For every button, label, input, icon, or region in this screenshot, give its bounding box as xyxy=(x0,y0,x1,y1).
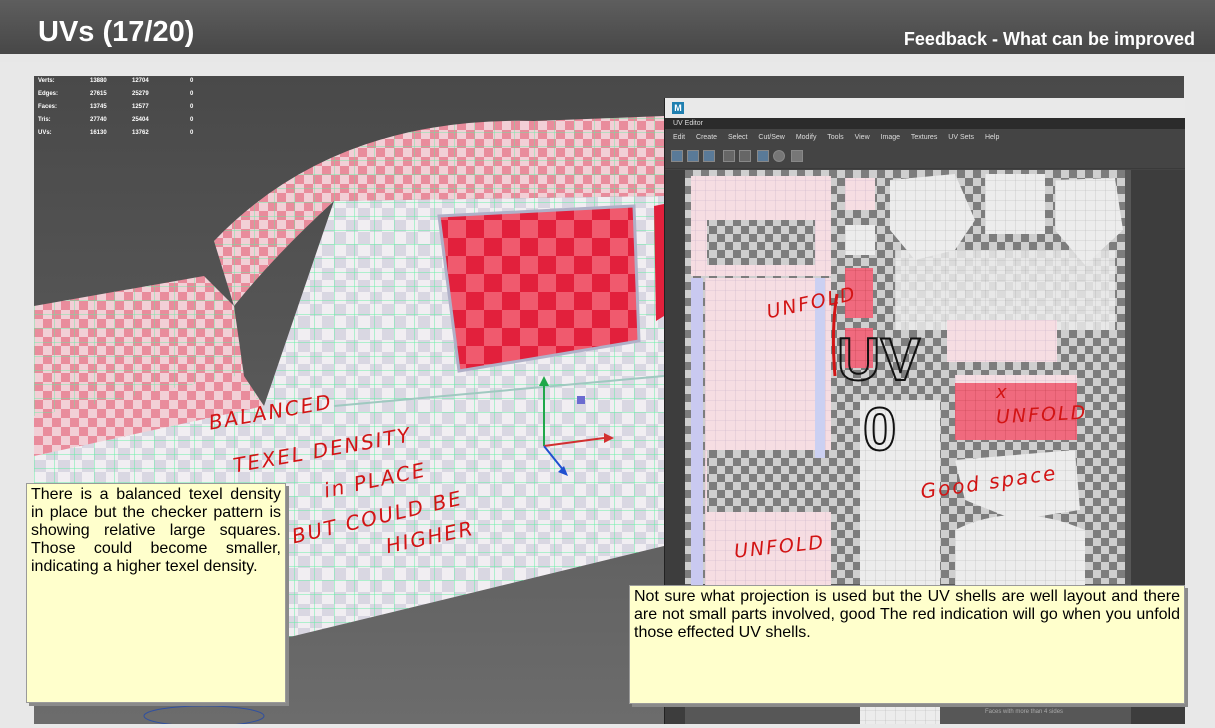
stats-value: 13762 xyxy=(132,130,149,136)
stats-value: 13745 xyxy=(90,104,107,110)
feedback-note-left: There is a balanced texel density in pla… xyxy=(26,483,286,703)
image-display-icon[interactable] xyxy=(703,150,715,162)
annotation-stroke xyxy=(831,293,839,377)
shaded-uv-icon[interactable] xyxy=(757,150,769,162)
stats-value: 25279 xyxy=(132,91,149,97)
stats-value: 13880 xyxy=(90,78,107,84)
stats-value: 16130 xyxy=(90,130,107,136)
annotation-x-mark: x xyxy=(996,382,1009,403)
menu-modify[interactable]: Modify xyxy=(796,134,817,141)
stats-label: UVs: xyxy=(38,130,52,136)
menu-edit[interactable]: Edit xyxy=(673,134,685,141)
uv-editor-titlebar[interactable]: M xyxy=(665,98,1185,118)
camera-icon[interactable] xyxy=(791,150,803,162)
menu-image[interactable]: Image xyxy=(881,134,900,141)
snap-icon[interactable] xyxy=(723,150,735,162)
stats-value: 25404 xyxy=(132,117,149,123)
page-title: UVs (17/20) xyxy=(38,16,195,48)
menu-cut-sew[interactable]: Cut/Sew xyxy=(758,134,784,141)
stats-label: Verts: xyxy=(38,78,55,84)
stats-value: 27615 xyxy=(90,91,107,97)
stats-value: 27740 xyxy=(90,117,107,123)
stats-value: 0 xyxy=(190,117,194,123)
stats-label: Edges: xyxy=(38,91,59,97)
stats-value: 12577 xyxy=(132,104,149,110)
feedback-note-right: Not sure what projection is used but the… xyxy=(629,585,1185,704)
option-faces-more-than-4-sides[interactable]: Faces with more than 4 sides xyxy=(985,709,1185,720)
menu-create[interactable]: Create xyxy=(696,134,717,141)
slide-header: UVs (17/20) Feedback - What can be impro… xyxy=(0,0,1215,62)
menu-uv-sets[interactable]: UV Sets xyxy=(948,134,974,141)
stats-value: 0 xyxy=(190,104,194,110)
maya-app-icon: M xyxy=(672,102,684,114)
uv-editor-tab[interactable]: UV Editor xyxy=(665,118,1185,129)
page-subtitle: Feedback - What can be improved xyxy=(903,29,1195,49)
uv-editor-menubar: Edit Create Select Cut/Sew Modify Tools … xyxy=(665,129,1185,146)
menu-textures[interactable]: Textures xyxy=(911,134,937,141)
checker-toggle-icon[interactable] xyxy=(687,150,699,162)
uv-editor-toolbar xyxy=(665,146,1185,169)
menu-tools[interactable]: Tools xyxy=(827,134,843,141)
stats-value: 0 xyxy=(190,130,194,136)
menu-select[interactable]: Select xyxy=(728,134,747,141)
stats-label: Tris: xyxy=(38,117,51,123)
grid-toggle-icon[interactable] xyxy=(671,150,683,162)
menu-view[interactable]: View xyxy=(855,134,870,141)
stats-label: Faces: xyxy=(38,104,58,110)
stats-value: 12704 xyxy=(132,78,149,84)
distortion-icon[interactable] xyxy=(773,150,785,162)
stats-value: 0 xyxy=(190,78,194,84)
svg-text:0: 0 xyxy=(863,396,896,463)
menu-help[interactable]: Help xyxy=(985,134,999,141)
dim-image-icon[interactable] xyxy=(739,150,751,162)
stats-value: 0 xyxy=(190,91,194,97)
svg-text:UV: UV xyxy=(837,326,920,393)
